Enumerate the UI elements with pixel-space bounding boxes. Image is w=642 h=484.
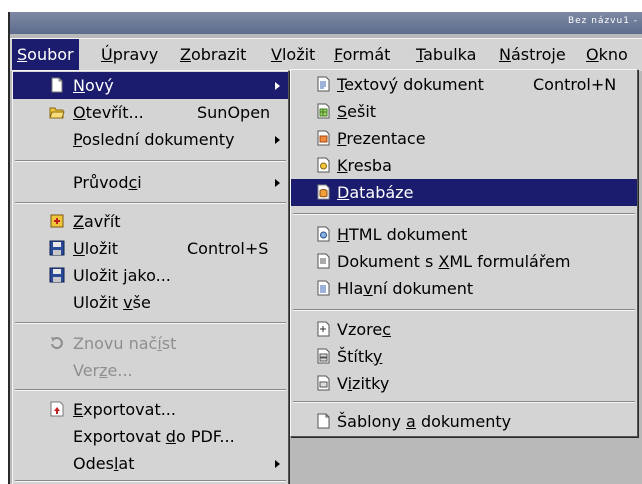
submenu-item-database[interactable]: Databáze (291, 179, 637, 206)
new-document-icon (49, 77, 65, 93)
submenu-arrow-icon (275, 136, 280, 144)
open-folder-icon (49, 104, 65, 120)
menu-view[interactable]: Zobrazit (175, 39, 251, 71)
master-document-icon (315, 280, 331, 296)
menu-table[interactable]: Tabulka (411, 39, 481, 71)
separator (293, 213, 635, 215)
menu-item-recent-documents[interactable]: Poslední dokumenty (13, 126, 288, 153)
separator (15, 480, 286, 482)
menu-bar: Soubor Úpravy Zobrazit Vložit Formát Tab… (10, 38, 642, 71)
save-as-icon (49, 267, 65, 283)
separator (293, 401, 635, 403)
spreadsheet-icon (315, 103, 331, 119)
business-cards-icon (315, 375, 331, 391)
submenu-item-html-document[interactable]: HTML dokument (291, 221, 637, 248)
submenu-item-drawing[interactable]: Kresba (291, 152, 637, 179)
menu-item-close[interactable]: Zavřít (13, 208, 288, 235)
close-document-icon (49, 213, 65, 229)
menu-tools[interactable]: Nástroje (494, 39, 571, 71)
save-icon (49, 240, 65, 256)
submenu-item-presentation[interactable]: Prezentace (291, 125, 637, 152)
xml-form-icon (315, 253, 331, 269)
menu-insert[interactable]: Vložit (266, 39, 320, 71)
separator (15, 202, 286, 204)
menu-item-save-as[interactable]: Uložit jako... (13, 262, 288, 289)
separator (15, 322, 286, 324)
presentation-icon (315, 130, 331, 146)
menu-item-versions[interactable]: Verze... (13, 357, 288, 384)
menu-item-export[interactable]: Exportovat... (13, 396, 288, 423)
separator (15, 389, 286, 391)
screen: Bez názvu1 - O Soubor Úpravy Zobrazit Vl… (0, 0, 642, 484)
submenu-item-formula[interactable]: Vzorec (291, 316, 637, 343)
submenu-item-text-document[interactable]: Textový dokument Control+N (291, 71, 637, 98)
menu-edit[interactable]: Úpravy (96, 39, 163, 71)
menu-item-new[interactable]: Nový (13, 72, 288, 99)
submenu-item-master-document[interactable]: Hlavní dokument (291, 275, 637, 302)
new-submenu: Textový dokument Control+N Sešit Prezent… (290, 69, 638, 437)
submenu-item-xml-form-document[interactable]: Dokument s XML formulářem (291, 248, 637, 275)
reload-icon (49, 335, 65, 351)
menu-file[interactable]: Soubor (12, 39, 79, 71)
menu-item-reload[interactable]: Znovu načíst (13, 330, 288, 357)
submenu-arrow-icon (275, 460, 280, 468)
menu-item-send[interactable]: Odeslat (13, 450, 288, 477)
window-title: Bez názvu1 - O (567, 16, 642, 26)
submenu-arrow-icon (275, 179, 280, 187)
menu-window[interactable]: Okno (581, 39, 633, 71)
menu-item-wizards[interactable]: Průvodci (13, 169, 288, 196)
html-document-icon (315, 226, 331, 242)
export-icon (49, 401, 65, 417)
formula-icon (315, 321, 331, 337)
submenu-item-spreadsheet[interactable]: Sešit (291, 98, 637, 125)
separator (293, 309, 635, 311)
submenu-item-labels[interactable]: Štítky (291, 343, 637, 370)
menu-format[interactable]: Formát (329, 39, 395, 71)
menu-item-save[interactable]: Uložit Control+S (13, 235, 288, 262)
separator (15, 160, 286, 162)
submenu-item-templates-and-documents[interactable]: Šablony a dokumenty (291, 408, 637, 435)
submenu-item-business-cards[interactable]: Vizitky (291, 370, 637, 397)
text-document-icon (315, 76, 331, 92)
submenu-arrow-icon (275, 82, 280, 90)
database-icon (315, 184, 331, 200)
templates-icon (315, 413, 331, 429)
drawing-icon (315, 157, 331, 173)
labels-icon (315, 348, 331, 364)
menu-item-open[interactable]: Otevřít... SunOpen (13, 99, 288, 126)
title-bar[interactable]: Bez názvu1 - O (10, 12, 642, 34)
menu-item-save-all[interactable]: Uložit vše (13, 289, 288, 316)
file-menu: Nový Otevřít... SunOpen Poslední dokumen… (12, 70, 289, 484)
menu-item-export-pdf[interactable]: Exportovat do PDF... (13, 423, 288, 450)
